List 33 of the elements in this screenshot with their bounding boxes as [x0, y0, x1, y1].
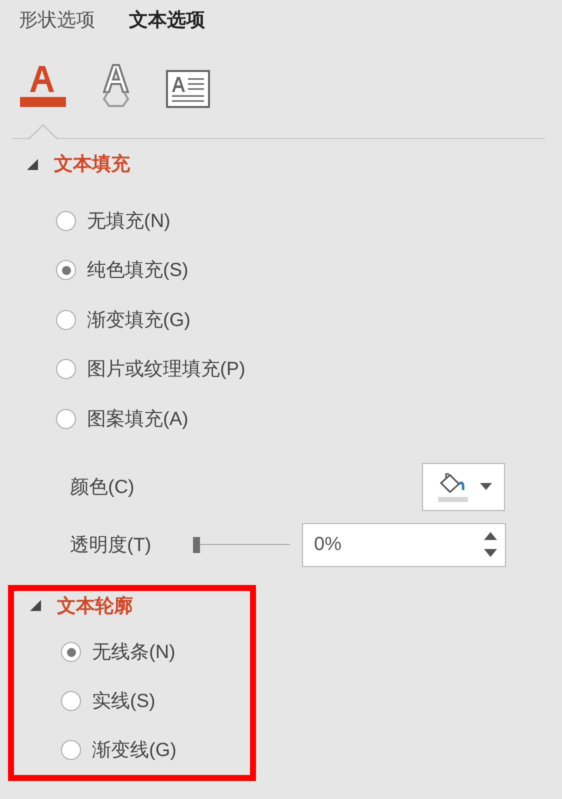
option-label[interactable]: 实线(S): [92, 688, 156, 714]
radio-button[interactable]: [61, 691, 81, 711]
option-label[interactable]: 渐变线(G): [92, 737, 176, 763]
dropdown-caret-icon: [480, 483, 492, 490]
spin-down-icon[interactable]: [484, 549, 497, 557]
option-label[interactable]: 无线条(N): [92, 639, 176, 665]
collapse-triangle-icon[interactable]: [30, 600, 41, 611]
radio-button[interactable]: [56, 359, 76, 380]
radio-button[interactable]: [56, 310, 76, 330]
radio-button[interactable]: [56, 260, 76, 280]
option-label[interactable]: 无填充(N): [87, 208, 170, 234]
section-title[interactable]: 文本填充: [54, 151, 130, 177]
radio-button[interactable]: [61, 642, 81, 662]
collapse-triangle-icon[interactable]: [27, 158, 38, 170]
option-label[interactable]: 图片或纹理填充(P): [87, 356, 246, 382]
option-label[interactable]: 图案填充(A): [87, 406, 188, 432]
section-title[interactable]: 文本轮廓: [57, 592, 133, 618]
radio-button[interactable]: [61, 740, 81, 760]
tab[interactable]: 形状选项: [17, 5, 97, 35]
spin-up-icon[interactable]: [484, 532, 497, 540]
color-picker-button[interactable]: [422, 462, 505, 510]
paint-bucket-icon: [436, 472, 470, 502]
option-label[interactable]: 纯色填充(S): [87, 257, 188, 284]
percent-spin-box[interactable]: 0%: [302, 522, 506, 566]
field-label: 透明度(T): [70, 534, 152, 558]
radio-button[interactable]: [56, 408, 76, 429]
option-label[interactable]: 渐变填充(G): [87, 306, 190, 333]
text-box-icon: [166, 70, 210, 108]
slider-thumb[interactable]: [193, 536, 200, 552]
radio-button[interactable]: [56, 210, 76, 231]
icon-tab[interactable]: [166, 70, 210, 110]
tab[interactable]: 文本选项: [127, 5, 207, 35]
field-label: 颜色(C): [70, 476, 136, 500]
